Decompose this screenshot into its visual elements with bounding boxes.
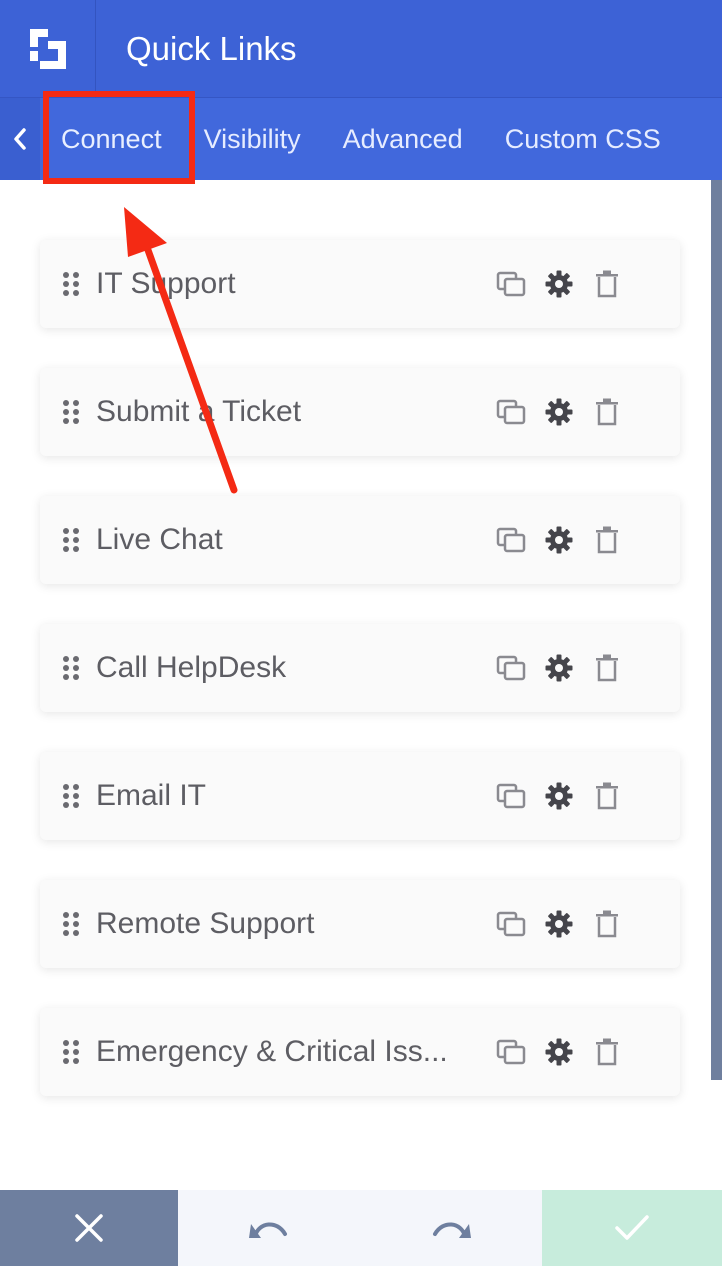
close-button[interactable] bbox=[0, 1190, 178, 1266]
list-item[interactable]: Emergency & Critical Iss... bbox=[40, 1008, 680, 1096]
quick-links-list: IT Support Submit a Ticket Live Chat Cal… bbox=[40, 240, 680, 1136]
list-item[interactable]: Live Chat bbox=[40, 496, 680, 584]
close-icon bbox=[75, 1214, 103, 1242]
duplicate-icon bbox=[496, 655, 526, 681]
settings-button[interactable] bbox=[544, 909, 574, 939]
list-item-label: IT Support bbox=[96, 267, 236, 300]
item-actions bbox=[496, 909, 622, 939]
brand-logo-icon bbox=[29, 28, 66, 69]
settings-button[interactable] bbox=[544, 269, 574, 299]
duplicate-button[interactable] bbox=[496, 269, 526, 299]
drag-handle-icon[interactable] bbox=[62, 399, 80, 425]
duplicate-icon bbox=[496, 911, 526, 937]
item-actions bbox=[496, 269, 622, 299]
delete-button[interactable] bbox=[592, 269, 622, 299]
duplicate-button[interactable] bbox=[496, 525, 526, 555]
duplicate-button[interactable] bbox=[496, 653, 526, 683]
bottom-toolbar bbox=[0, 1190, 722, 1266]
settings-button[interactable] bbox=[544, 397, 574, 427]
checkmark-icon bbox=[615, 1215, 649, 1240]
trash-icon bbox=[596, 1038, 618, 1066]
redo-icon bbox=[433, 1222, 471, 1238]
list-item-label: Emergency & Critical Iss... bbox=[96, 1035, 448, 1068]
tab-bar: Connect Visibility Advanced Custom CSS bbox=[0, 98, 722, 180]
list-item[interactable]: Call HelpDesk bbox=[40, 624, 680, 712]
drag-handle-icon[interactable] bbox=[62, 527, 80, 553]
chevron-left-icon bbox=[14, 128, 26, 150]
item-actions bbox=[496, 397, 622, 427]
duplicate-button[interactable] bbox=[496, 1037, 526, 1067]
item-actions bbox=[496, 781, 622, 811]
brand-logo[interactable] bbox=[0, 0, 96, 98]
list-item-label: Live Chat bbox=[96, 523, 223, 556]
duplicate-icon bbox=[496, 783, 526, 809]
gear-icon bbox=[545, 398, 573, 426]
gear-icon bbox=[545, 910, 573, 938]
item-actions bbox=[496, 525, 622, 555]
item-actions bbox=[496, 653, 622, 683]
settings-button[interactable] bbox=[544, 653, 574, 683]
delete-button[interactable] bbox=[592, 909, 622, 939]
duplicate-button[interactable] bbox=[496, 909, 526, 939]
duplicate-icon bbox=[496, 527, 526, 553]
save-button[interactable] bbox=[542, 1190, 722, 1266]
list-item-label: Call HelpDesk bbox=[96, 651, 287, 684]
delete-button[interactable] bbox=[592, 1037, 622, 1067]
settings-button[interactable] bbox=[544, 781, 574, 811]
duplicate-button[interactable] bbox=[496, 781, 526, 811]
list-item[interactable]: IT Support bbox=[40, 240, 680, 328]
trash-icon bbox=[596, 270, 618, 298]
trash-icon bbox=[596, 526, 618, 554]
gear-icon bbox=[545, 270, 573, 298]
settings-button[interactable] bbox=[544, 1037, 574, 1067]
drag-handle-icon[interactable] bbox=[62, 1039, 80, 1065]
drag-handle-icon[interactable] bbox=[62, 655, 80, 681]
delete-button[interactable] bbox=[592, 781, 622, 811]
settings-button[interactable] bbox=[544, 525, 574, 555]
undo-icon bbox=[249, 1222, 287, 1238]
tab-scroll-back-button[interactable] bbox=[0, 98, 40, 180]
duplicate-icon bbox=[496, 1039, 526, 1065]
tab-visibility[interactable]: Visibility bbox=[183, 98, 322, 180]
panel-header: Quick Links bbox=[0, 0, 722, 98]
trash-icon bbox=[596, 782, 618, 810]
gear-icon bbox=[545, 654, 573, 682]
list-item[interactable]: Remote Support bbox=[40, 880, 680, 968]
tab-advanced[interactable]: Advanced bbox=[322, 98, 484, 180]
tab-connect[interactable]: Connect bbox=[40, 98, 183, 180]
list-item[interactable]: Email IT bbox=[40, 752, 680, 840]
trash-icon bbox=[596, 910, 618, 938]
delete-button[interactable] bbox=[592, 397, 622, 427]
gear-icon bbox=[545, 1038, 573, 1066]
trash-icon bbox=[596, 654, 618, 682]
redo-button[interactable] bbox=[360, 1190, 542, 1266]
panel-title: Quick Links bbox=[126, 29, 297, 67]
duplicate-icon bbox=[496, 271, 526, 297]
trash-icon bbox=[596, 398, 618, 426]
gear-icon bbox=[545, 782, 573, 810]
delete-button[interactable] bbox=[592, 525, 622, 555]
gear-icon bbox=[545, 526, 573, 554]
list-item-label: Email IT bbox=[96, 779, 207, 812]
duplicate-button[interactable] bbox=[496, 397, 526, 427]
drag-handle-icon[interactable] bbox=[62, 271, 80, 297]
delete-button[interactable] bbox=[592, 653, 622, 683]
item-actions bbox=[496, 1037, 622, 1067]
drag-handle-icon[interactable] bbox=[62, 783, 80, 809]
drag-handle-icon[interactable] bbox=[62, 911, 80, 937]
list-item-label: Submit a Ticket bbox=[96, 395, 302, 428]
undo-button[interactable] bbox=[178, 1190, 360, 1266]
duplicate-icon bbox=[496, 399, 526, 425]
list-item-label: Remote Support bbox=[96, 907, 315, 940]
list-item[interactable]: Submit a Ticket bbox=[40, 368, 680, 456]
tab-custom-css[interactable]: Custom CSS bbox=[484, 98, 682, 180]
scrollbar[interactable] bbox=[711, 180, 722, 1080]
